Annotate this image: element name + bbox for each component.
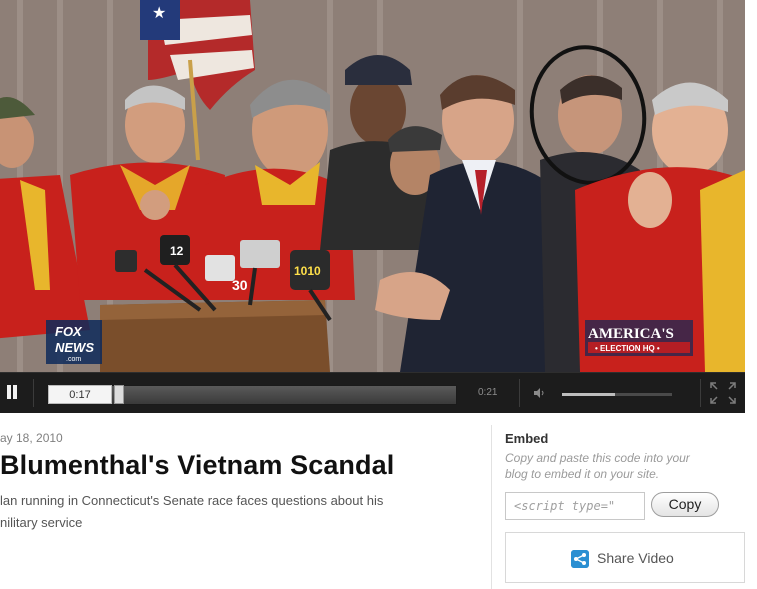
current-time: 0:17 (48, 385, 112, 404)
volume-level (562, 393, 615, 396)
player-controls: 0:17 0:21 (0, 372, 745, 413)
copy-button[interactable]: Copy (651, 492, 719, 517)
embed-heading: Embed (505, 431, 549, 446)
description-line: nilitary service (0, 515, 83, 530)
svg-text:NEWS: NEWS (55, 340, 94, 355)
share-video-button[interactable]: Share Video (505, 532, 745, 583)
embed-panel: Embed Copy and paste this code into your… (491, 425, 746, 589)
embed-code-field[interactable]: <script type=" (505, 492, 645, 520)
svg-text:• ELECTION HQ •: • ELECTION HQ • (595, 344, 660, 353)
mic-label-3: 1010 (294, 264, 321, 278)
video-date: ay 18, 2010 (0, 431, 63, 445)
fullscreen-icon[interactable] (707, 379, 739, 407)
svg-text:AMERICA'S: AMERICA'S (588, 326, 674, 342)
volume-icon[interactable] (533, 387, 545, 399)
control-divider (519, 379, 520, 407)
progress-knob[interactable] (114, 385, 124, 404)
svg-text:.com: .com (66, 356, 81, 363)
description-line: lan running in Connecticut's Senate race… (0, 493, 384, 508)
pause-icon[interactable] (0, 383, 22, 403)
svg-text:FOX: FOX (55, 324, 83, 339)
control-divider (33, 379, 34, 407)
share-video-label: Share Video (597, 550, 674, 566)
embed-help-line: Copy and paste this code into your (505, 451, 690, 465)
control-divider (700, 379, 701, 407)
svg-text:★: ★ (152, 3, 166, 22)
embed-help-text: Copy and paste this code into your blog … (505, 450, 735, 482)
mic-label-1: 12 (170, 244, 184, 258)
progress-bar[interactable]: 0:17 (47, 385, 457, 405)
foxnews-logo: FOX NEWS .com (46, 320, 102, 364)
video-scene: ★ 12 30 1010 FOX NEWS .com AMERICA'S • E… (0, 0, 745, 372)
video-title: Blumenthal's Vietnam Scandal (0, 450, 395, 480)
video-player-frame[interactable]: ★ 12 30 1010 FOX NEWS .com AMERICA'S • E… (0, 0, 745, 372)
share-icon (571, 550, 589, 568)
mic-label-2: 30 (232, 277, 248, 293)
election-hq-logo: AMERICA'S • ELECTION HQ • (585, 320, 693, 356)
video-description: lan running in Connecticut's Senate race… (0, 490, 470, 534)
volume-slider[interactable] (562, 393, 672, 396)
embed-help-line: blog to embed it on your site. (505, 467, 660, 481)
duration-label: 0:21 (478, 387, 498, 398)
